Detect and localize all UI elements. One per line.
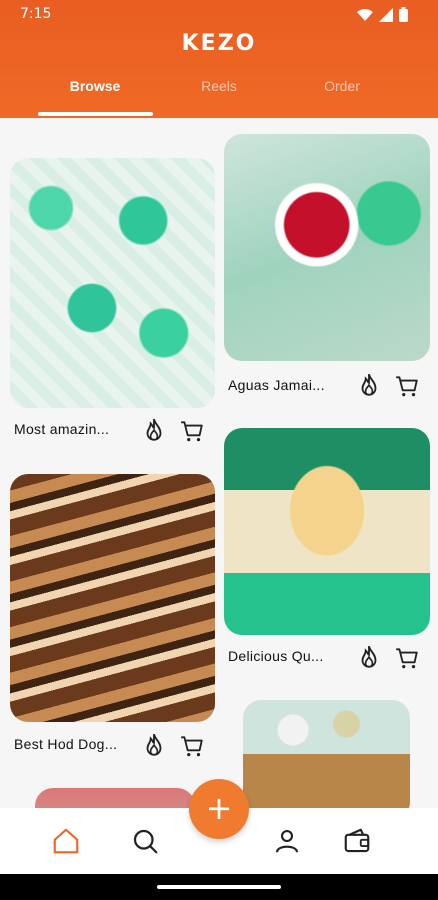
fire-icon[interactable] — [356, 644, 382, 670]
battery-icon — [399, 7, 408, 22]
card-title[interactable]: Best Hod Dog... — [14, 736, 117, 752]
card-image-drink[interactable] — [224, 134, 430, 361]
profile-icon[interactable] — [272, 826, 302, 856]
app-logo: KEZO — [181, 31, 257, 56]
fire-icon[interactable] — [356, 372, 382, 398]
app-header: 7:15 KEZO Browse Reels Order — [0, 0, 438, 118]
signal-icon — [379, 7, 393, 22]
tab-browse[interactable]: Browse — [35, 78, 155, 94]
status-icons — [357, 7, 408, 22]
card-title[interactable]: Most amazin... — [14, 421, 109, 437]
cart-icon[interactable] — [179, 733, 205, 759]
top-tabs: Browse Reels Order — [0, 74, 438, 118]
tab-reels[interactable]: Reels — [159, 78, 279, 94]
search-icon[interactable] — [130, 826, 160, 856]
card-title[interactable]: Delicious Qu... — [228, 648, 324, 664]
add-button[interactable]: + — [189, 779, 249, 839]
card-title[interactable]: Aguas Jamai... — [228, 377, 325, 393]
status-time: 7:15 — [20, 6, 52, 22]
card-image-fries[interactable] — [243, 700, 410, 808]
card-image-hotdogs[interactable] — [10, 474, 215, 722]
card-image-partial[interactable] — [35, 788, 195, 808]
home-icon[interactable] — [51, 826, 81, 856]
active-tab-indicator — [38, 112, 153, 116]
gesture-pill[interactable] — [157, 885, 281, 889]
gesture-bar — [0, 874, 438, 900]
status-bar: 7:15 — [0, 0, 438, 30]
wifi-icon — [357, 8, 373, 21]
fire-icon[interactable] — [141, 732, 167, 758]
fire-icon[interactable] — [141, 417, 167, 443]
cart-icon[interactable] — [179, 418, 205, 444]
card-image-tacos[interactable] — [10, 158, 215, 408]
cart-icon[interactable] — [394, 373, 420, 399]
cart-icon[interactable] — [394, 645, 420, 671]
browse-feed[interactable]: Most amazin... Best Hod Dog... Aguas Jam… — [0, 118, 438, 808]
card-image-quesadilla[interactable] — [224, 428, 430, 635]
wallet-icon[interactable] — [342, 826, 372, 856]
tab-order[interactable]: Order — [282, 78, 402, 94]
